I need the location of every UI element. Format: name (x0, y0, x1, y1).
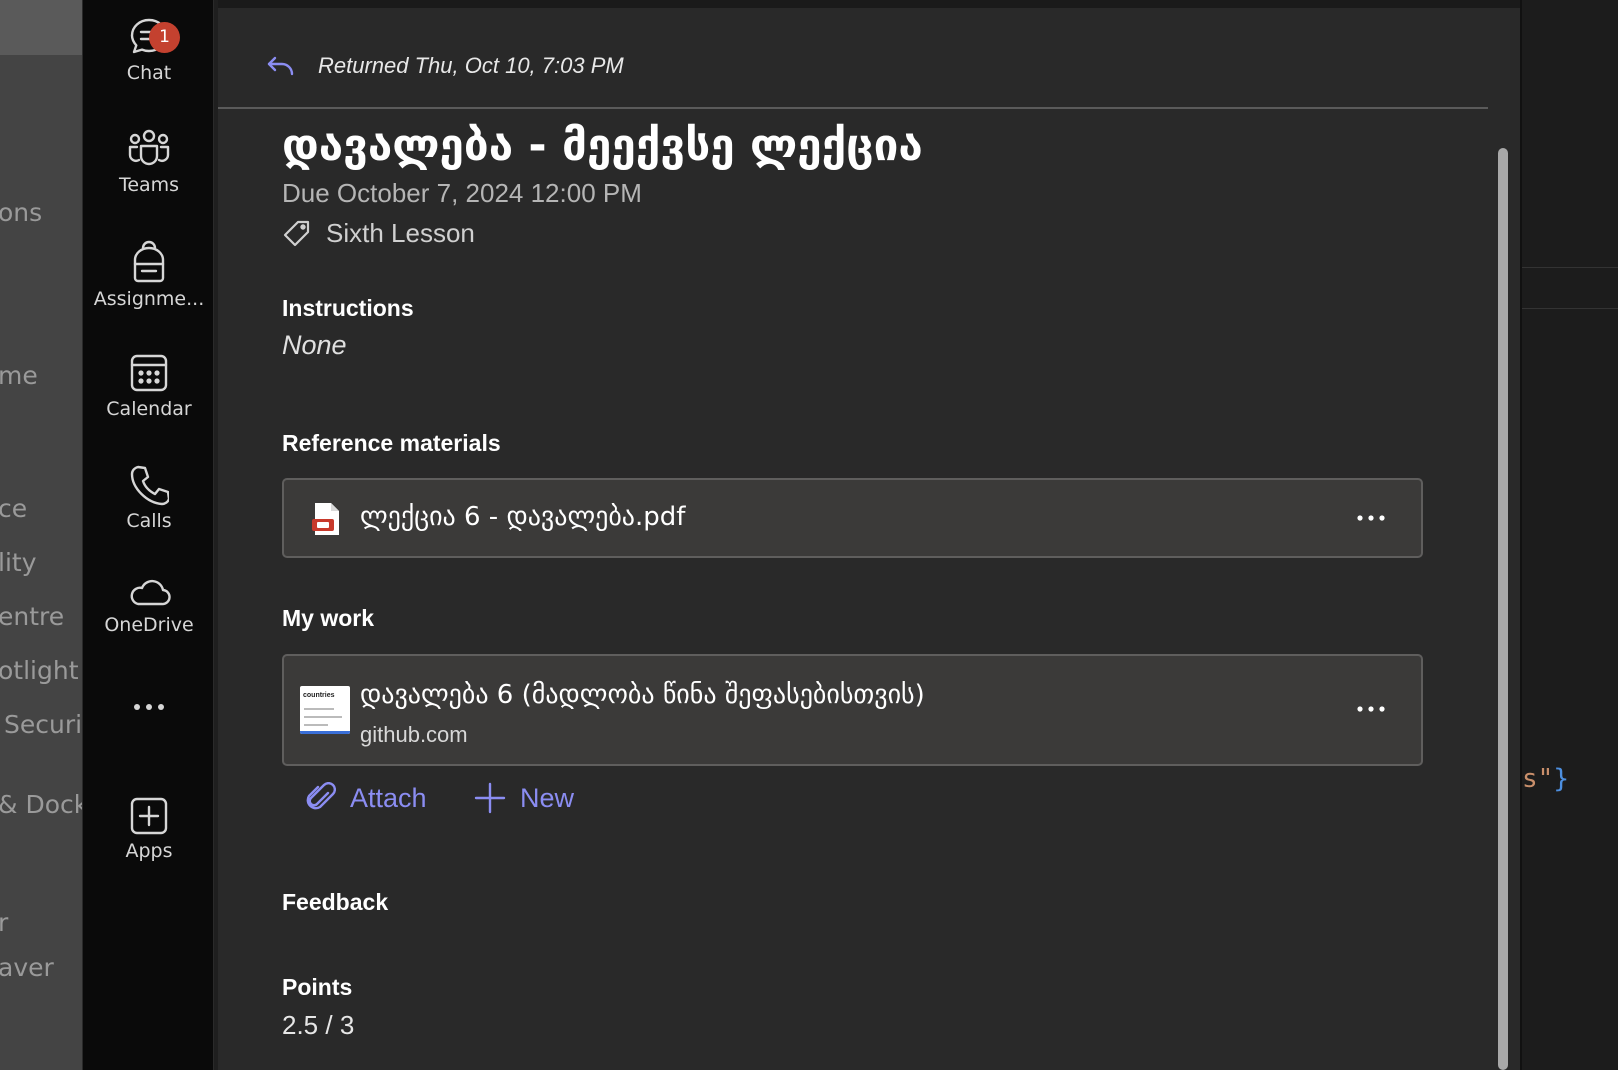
rail-item-calls[interactable]: Calls (83, 464, 215, 532)
more-horizontal-icon (1357, 515, 1385, 521)
tag-icon (283, 220, 310, 246)
returned-text: Returned Thu, Oct 10, 7:03 PM (318, 53, 624, 78)
rail-item-apps[interactable]: Apps (83, 796, 215, 862)
my-work-more-button[interactable] (1351, 694, 1391, 724)
plus-icon (474, 782, 506, 814)
backpack-icon (133, 240, 165, 283)
teams-icon (128, 129, 170, 166)
reference-materials-heading: Reference materials (282, 430, 501, 456)
pdf-file-icon (312, 503, 339, 535)
points-heading: Points (282, 974, 353, 1000)
instructions-value: None (282, 330, 347, 360)
rail-label-calendar: Calendar (106, 398, 192, 420)
rail-label-calls: Calls (126, 510, 172, 532)
rail-item-teams[interactable]: Teams (83, 128, 215, 196)
my-work-name: დავალება 6 (მადლობა წინა შეფასებისთვის) (360, 680, 925, 710)
rail-item-assignments[interactable]: Assignme... (83, 240, 215, 310)
rail-label-onedrive: OneDrive (104, 614, 194, 636)
rail-item-onedrive[interactable]: OneDrive (83, 576, 215, 636)
points-value: 2.5 / 3 (282, 1010, 355, 1040)
background-app-right: s"} (1520, 0, 1618, 1070)
new-button[interactable]: New (474, 782, 574, 814)
background-text: lity (0, 548, 37, 577)
attach-label: Attach (350, 782, 427, 813)
background-text: ce (0, 494, 28, 523)
background-toolbar (0, 0, 82, 55)
my-work-source: github.com (360, 722, 468, 747)
panel-top-border (218, 0, 1520, 8)
my-work-heading: My work (282, 605, 375, 631)
reference-more-button[interactable] (1351, 503, 1391, 533)
more-horizontal-icon (1357, 706, 1385, 712)
background-text: me (0, 361, 38, 390)
tag-label: Sixth Lesson (326, 218, 475, 248)
reference-file-card[interactable]: ლექცია 6 - დავალება.pdf (282, 478, 1423, 558)
due-date: Due October 7, 2024 12:00 PM (282, 178, 642, 208)
phone-icon (130, 465, 169, 506)
more-horizontal-icon (134, 704, 164, 710)
rail-label-assignments: Assignme... (93, 288, 205, 310)
background-text: r (0, 908, 9, 937)
background-text: Securi (4, 710, 82, 739)
background-code: s"} (1522, 764, 1569, 794)
feedback-heading: Feedback (282, 889, 389, 915)
rail-label-chat: Chat (126, 62, 172, 84)
app-rail: 1 Chat Teams Assignme... Calendar Calls (82, 0, 214, 1070)
add-app-icon (130, 797, 168, 835)
cloud-icon (130, 579, 171, 606)
background-text: aver (0, 953, 54, 982)
rail-item-calendar[interactable]: Calendar (83, 352, 215, 420)
paperclip-icon (306, 782, 336, 810)
background-text: & Dock (0, 790, 82, 819)
calendar-icon (130, 354, 168, 392)
background-text: ons (0, 198, 43, 227)
scrollbar-thumb[interactable] (1498, 148, 1508, 1070)
rail-label-apps: Apps (125, 840, 173, 862)
return-arrow-icon[interactable] (266, 54, 296, 78)
my-work-card[interactable]: countries დავალება 6 (მადლობა წინა შეფას… (282, 654, 1423, 766)
rail-item-chat[interactable]: 1 Chat (83, 14, 215, 84)
rail-item-more[interactable] (83, 700, 215, 714)
attach-button[interactable]: Attach (306, 782, 427, 814)
background-text: entre (0, 602, 65, 631)
unread-badge: 1 (149, 22, 180, 53)
header-divider (218, 107, 1488, 109)
background-text: otlight (0, 656, 79, 685)
link-thumbnail: countries (300, 686, 350, 734)
returned-status: Returned Thu, Oct 10, 7:03 PM (266, 48, 624, 84)
new-label: New (520, 782, 575, 813)
rail-label-teams: Teams (118, 174, 180, 196)
reference-file-name: ლექცია 6 - დავალება.pdf (360, 502, 686, 532)
assignment-title: დავალება - მეექვსე ლექცია (282, 120, 923, 171)
assignment-tag: Sixth Lesson (282, 218, 475, 249)
background-app-left: ons me ce lity entre otlight Securi & Do… (0, 0, 82, 1070)
thumbnail-text: countries (303, 692, 335, 699)
assignment-panel: Returned Thu, Oct 10, 7:03 PM დავალება -… (218, 0, 1520, 1070)
instructions-heading: Instructions (282, 295, 414, 321)
